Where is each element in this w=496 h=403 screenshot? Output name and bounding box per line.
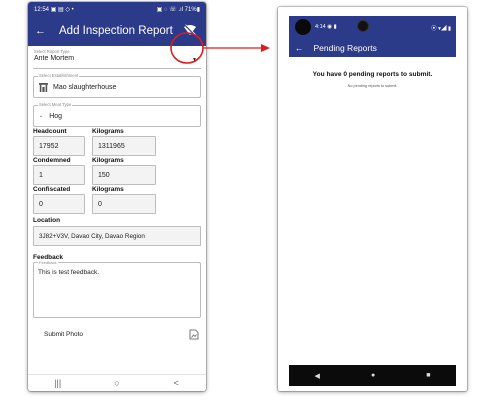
report-type-value: Ante Mortem [34, 55, 75, 62]
meat-type-value: Hog [49, 112, 63, 120]
right-phone-screenshot: 4:14 ◉ ▮ ⦿ ▾◢ ▮ ← Pending Reports You ha… [278, 7, 467, 391]
establishment-value: Mao slaughterhouse [53, 83, 117, 91]
left-status-time: 12:54 [34, 6, 50, 13]
location-input[interactable]: 3J82+V3V, Davao City, Davao Region [33, 226, 201, 246]
arrow-left-icon[interactable]: ← [35, 25, 49, 37]
headcount-kg-input[interactable]: 1311965 [92, 136, 156, 156]
meat-type-label: Select Meat Type [38, 102, 73, 107]
confiscated-input[interactable]: 0 [33, 194, 85, 214]
pending-count-message: You have 0 pending reports to submit. [312, 71, 433, 78]
left-status-icons-right: ▣ ◌ ☏ .ıl 71%▮ [156, 6, 200, 13]
condemned-kg-input[interactable]: 150 [92, 165, 156, 185]
submit-photo-label: Submit Photo [44, 331, 84, 338]
feedback-section-label: Feedback [33, 254, 63, 261]
inspection-form: Select Report Type Ante Mortem ▼ Select … [28, 46, 206, 340]
condemned-row: 1 150 [33, 165, 201, 185]
pending-empty-message: No pending reports to submit. [347, 84, 398, 88]
right-status-icons-left: ◉ ▮ [327, 24, 337, 30]
page-title: Add Inspection Report [59, 25, 173, 37]
left-status-bar: 12:54 ▣ ▤ ◇ • ▣ ◌ ☏ .ıl 71%▮ [28, 2, 206, 16]
left-status-icons-left: ▣ ▤ ◇ • [50, 6, 74, 13]
right-app-bar: ← Pending Reports [289, 39, 456, 57]
confiscated-kg-label: Kilograms [92, 186, 124, 193]
camera-cutout [295, 19, 311, 35]
condemned-input[interactable]: 1 [33, 165, 85, 185]
image-upload-icon[interactable] [189, 329, 199, 340]
right-status-icons-right: ⦿ ▾◢ ▮ [431, 26, 451, 32]
recents-icon[interactable]: ||| [48, 378, 68, 388]
camera-lens [357, 20, 369, 32]
feedback-textarea[interactable]: Feedback This is test feedback. [33, 260, 201, 318]
right-status-time: 4:14 [315, 24, 326, 30]
home-icon[interactable]: ○ [107, 378, 127, 388]
confiscated-label: Confiscated [33, 186, 71, 193]
meat-type-select[interactable]: Select Meat Type ⌄ Hog [33, 102, 201, 127]
pointer-arrow-head [261, 44, 270, 52]
wifi-off-icon[interactable] [183, 24, 197, 36]
back-triangle-icon[interactable]: ◀ [315, 372, 320, 380]
condemned-label: Condemned [33, 157, 71, 164]
recents-square-icon[interactable]: ■ [426, 372, 430, 379]
back-icon[interactable]: < [166, 378, 186, 388]
condemned-labels: Condemned Kilograms [33, 157, 201, 164]
confiscated-labels: Confiscated Kilograms [33, 186, 201, 193]
right-nav-bar: ◀ ● ■ [289, 365, 456, 386]
headcount-row: 17952 1311965 [33, 136, 201, 156]
caret-down-icon: ▼ [192, 57, 197, 63]
left-phone-screenshot: 12:54 ▣ ▤ ◇ • ▣ ◌ ☏ .ıl 71%▮ ← Add Inspe… [28, 2, 206, 391]
report-type-select[interactable]: Select Report Type Ante Mortem ▼ [33, 48, 201, 69]
headcount-label: Headcount [33, 128, 67, 135]
left-app-bar: ← Add Inspection Report [28, 16, 206, 46]
left-nav-bar: ||| ○ < [28, 374, 206, 391]
feedback-field-label: Feedback [38, 260, 58, 265]
condemned-kg-label: Kilograms [92, 157, 124, 164]
confiscated-kg-input[interactable]: 0 [92, 194, 156, 214]
arrow-left-icon[interactable]: ← [295, 43, 304, 53]
report-type-label: Select Report Type [33, 49, 71, 54]
headcount-input[interactable]: 17952 [33, 136, 85, 156]
headcount-labels: Headcount Kilograms [33, 128, 201, 135]
pending-reports-content: You have 0 pending reports to submit. No… [289, 57, 456, 365]
building-icon [39, 82, 48, 92]
right-screen: 4:14 ◉ ▮ ⦿ ▾◢ ▮ ← Pending Reports You ha… [289, 16, 456, 386]
establishment-select[interactable]: Select Establishment Mao slaughterhouse [33, 73, 201, 98]
establishment-label: Select Establishment [38, 73, 80, 78]
feedback-value: This is test feedback. [38, 269, 100, 276]
home-dot-icon[interactable]: ● [371, 372, 375, 379]
location-label: Location [33, 217, 61, 224]
headcount-kg-label: Kilograms [92, 128, 124, 135]
pending-reports-title: Pending Reports [313, 43, 377, 53]
right-status-bar: 4:14 ◉ ▮ ⦿ ▾◢ ▮ [289, 16, 456, 39]
submit-photo-row[interactable]: Submit Photo [33, 329, 201, 340]
chevron-down-icon: ⌄ [39, 113, 44, 119]
confiscated-row: 0 0 [33, 194, 201, 214]
stage: 12:54 ▣ ▤ ◇ • ▣ ◌ ☏ .ıl 71%▮ ← Add Inspe… [0, 0, 496, 403]
